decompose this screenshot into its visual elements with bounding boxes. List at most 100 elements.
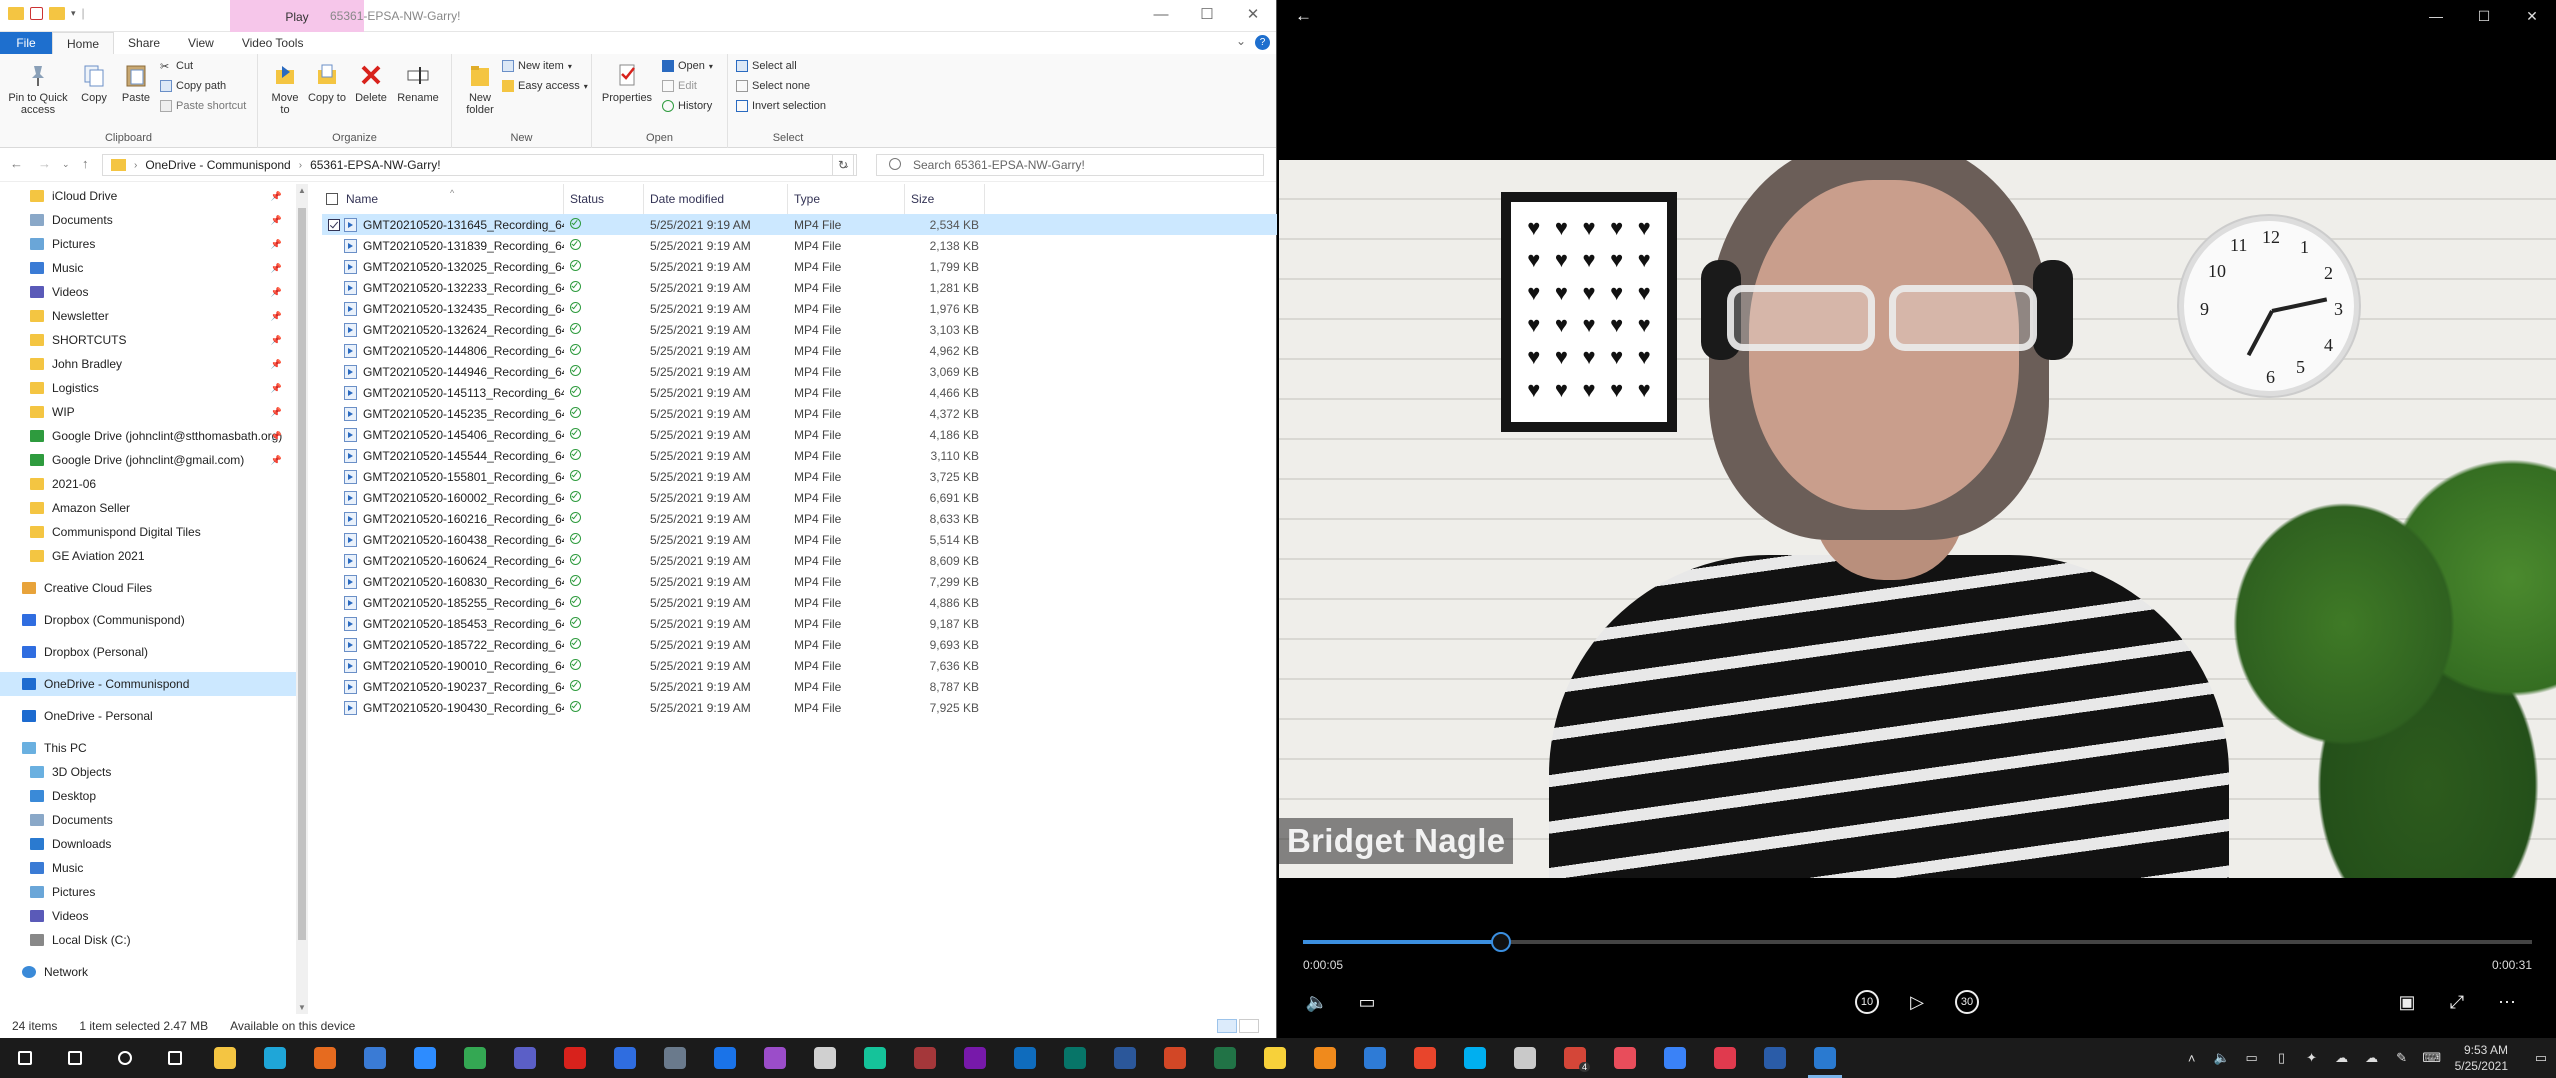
- firefox-icon[interactable]: [300, 1038, 350, 1078]
- table-row[interactable]: GMT20210520-132435_Recording_640x... 5/25…: [322, 298, 1277, 319]
- pin-icon[interactable]: 📌: [271, 311, 282, 322]
- new-folder-qat-icon[interactable]: [49, 6, 65, 20]
- pin-icon[interactable]: 📌: [271, 383, 282, 394]
- chevron-up-icon[interactable]: ˄: [2177, 1051, 2207, 1066]
- nav-item-quick-access[interactable]: Videos 📌: [0, 280, 296, 304]
- file-name-cell[interactable]: GMT20210520-160830_Recording_640x...: [322, 574, 564, 589]
- zoom-icon[interactable]: [400, 1038, 450, 1078]
- file-name-cell[interactable]: GMT20210520-190430_Recording_640x...: [322, 700, 564, 715]
- speaker-icon[interactable]: 🔈: [2207, 1050, 2237, 1066]
- large-icons-view-icon[interactable]: [1239, 1019, 1259, 1033]
- maximize-button[interactable]: ☐: [1184, 0, 1230, 32]
- table-row[interactable]: GMT20210520-145544_Recording_640x... 5/25…: [322, 445, 1277, 466]
- column-header-date-modified[interactable]: Date modified: [644, 184, 788, 214]
- file-name-cell[interactable]: GMT20210520-144806_Recording_640x...: [322, 343, 564, 358]
- row-checkbox[interactable]: [328, 218, 340, 231]
- battery-icon[interactable]: ▯: [2267, 1050, 2297, 1066]
- pen-icon[interactable]: ✎: [2387, 1050, 2417, 1066]
- maximize-button[interactable]: ☐: [2460, 0, 2508, 32]
- nav-item-quick-access[interactable]: Communispond Digital Tiles: [0, 520, 296, 544]
- properties-button[interactable]: Properties: [600, 62, 654, 104]
- volume-icon[interactable]: 🔈: [1301, 986, 1333, 1018]
- table-row[interactable]: GMT20210520-160216_Recording_640x... 5/25…: [322, 508, 1277, 529]
- tab-view[interactable]: View: [174, 32, 228, 54]
- nav-item-quick-access[interactable]: GE Aviation 2021: [0, 544, 296, 568]
- close-button[interactable]: ✕: [1230, 0, 1276, 32]
- tab-home[interactable]: Home: [52, 32, 115, 54]
- pin-icon[interactable]: 📌: [271, 407, 282, 418]
- start-icon[interactable]: [0, 1038, 50, 1078]
- outlook-icon[interactable]: [1000, 1038, 1050, 1078]
- onenote-icon[interactable]: [950, 1038, 1000, 1078]
- nav-item-this-pc[interactable]: Documents: [0, 808, 296, 832]
- breadcrumb-onedrive[interactable]: OneDrive - Communispond: [145, 158, 290, 172]
- minimize-button[interactable]: —: [1138, 0, 1184, 32]
- column-header-name[interactable]: ^ Name: [322, 184, 564, 214]
- nav-item-quick-access[interactable]: Google Drive (johnclint@stthomasbath.org…: [0, 424, 296, 448]
- itunes-icon[interactable]: [800, 1038, 850, 1078]
- onedrive-personal-tray-icon[interactable]: ☁: [2357, 1050, 2387, 1066]
- delete-button[interactable]: Delete: [352, 62, 390, 104]
- select-none-button[interactable]: Select none: [736, 80, 810, 92]
- skip-forward-button[interactable]: 30: [1955, 990, 1979, 1014]
- paste-shortcut-button[interactable]: Paste shortcut: [160, 100, 246, 112]
- scrollbar-thumb[interactable]: [298, 208, 306, 940]
- table-row[interactable]: GMT20210520-132624_Recording_640x... 5/25…: [322, 319, 1277, 340]
- file-name-cell[interactable]: GMT20210520-132233_Recording_640x...: [322, 280, 564, 295]
- cortana-icon[interactable]: [100, 1038, 150, 1078]
- minimize-button[interactable]: —: [2412, 0, 2460, 32]
- nav-this-pc[interactable]: This PC: [0, 736, 296, 760]
- column-header-status[interactable]: Status: [564, 184, 644, 214]
- copy-button[interactable]: Copy: [74, 62, 114, 104]
- copy-to-button[interactable]: Copy to: [308, 62, 346, 104]
- breadcrumb-separator-icon[interactable]: ›: [134, 160, 137, 171]
- file-explorer-icon[interactable]: [200, 1038, 250, 1078]
- messenger-icon[interactable]: [1650, 1038, 1700, 1078]
- file-name-cell[interactable]: GMT20210520-145235_Recording_640x...: [322, 406, 564, 421]
- notifications-icon[interactable]: ▭: [2526, 1050, 2556, 1066]
- search-input[interactable]: Search 65361-EPSA-NW-Garry!: [876, 154, 1264, 176]
- nav-item-quick-access[interactable]: SHORTCUTS 📌: [0, 328, 296, 352]
- pin-icon[interactable]: 📌: [271, 359, 282, 370]
- table-row[interactable]: GMT20210520-185722_Recording_640x... 5/25…: [322, 634, 1277, 655]
- scroll-down-icon[interactable]: ▼: [296, 1003, 308, 1012]
- paste-button[interactable]: Paste: [116, 62, 156, 104]
- column-header-size[interactable]: Size: [905, 184, 985, 214]
- word-icon[interactable]: [1100, 1038, 1150, 1078]
- breadcrumb-separator-icon[interactable]: ›: [299, 160, 302, 171]
- file-name-cell[interactable]: GMT20210520-132624_Recording_640x...: [322, 322, 564, 337]
- nav-item-quick-access[interactable]: 2021-06: [0, 472, 296, 496]
- up-arrow-icon[interactable]: ↑: [82, 156, 89, 171]
- history-button[interactable]: History: [662, 100, 712, 112]
- nav-item-quick-access[interactable]: Music 📌: [0, 256, 296, 280]
- properties-qat-icon[interactable]: [30, 6, 43, 20]
- nav-item-this-pc[interactable]: Pictures: [0, 880, 296, 904]
- nav-network[interactable]: Network: [0, 960, 296, 984]
- table-row[interactable]: GMT20210520-131839_Recording_640x... 5/25…: [322, 235, 1277, 256]
- nav-item-quick-access[interactable]: Documents 📌: [0, 208, 296, 232]
- back-arrow-icon[interactable]: ←: [10, 156, 23, 171]
- breadcrumb-current-folder[interactable]: 65361-EPSA-NW-Garry!: [310, 158, 440, 172]
- new-folder-button[interactable]: New folder: [460, 62, 500, 116]
- screenpresso-icon[interactable]: [1700, 1038, 1750, 1078]
- dropbox-icon[interactable]: [600, 1038, 650, 1078]
- file-name-cell[interactable]: GMT20210520-185255_Recording_640x...: [322, 595, 564, 610]
- nav-item-this-pc[interactable]: Local Disk (C:): [0, 928, 296, 952]
- rename-button[interactable]: Rename: [394, 62, 442, 104]
- pin-icon[interactable]: 📌: [271, 263, 282, 274]
- navigation-scrollbar[interactable]: ▲ ▼: [296, 184, 308, 1014]
- tab-share[interactable]: Share: [114, 32, 174, 54]
- file-name-cell[interactable]: GMT20210520-185722_Recording_640x...: [322, 637, 564, 652]
- table-row[interactable]: GMT20210520-132025_Recording_640x... 5/25…: [322, 256, 1277, 277]
- more-options-icon[interactable]: ⋯: [2491, 986, 2523, 1018]
- table-row[interactable]: GMT20210520-144946_Recording_640x... 5/25…: [322, 361, 1277, 382]
- select-all-button[interactable]: Select all: [736, 60, 797, 72]
- nav-item-this-pc[interactable]: 3D Objects: [0, 760, 296, 784]
- nav-item-root[interactable]: Dropbox (Communispond): [0, 608, 296, 632]
- movies-tv-icon[interactable]: [1800, 1038, 1850, 1078]
- edit-button[interactable]: Edit: [662, 80, 697, 92]
- mini-view-icon[interactable]: ▣: [2391, 986, 2423, 1018]
- pin-icon[interactable]: 📌: [271, 455, 282, 466]
- file-name-cell[interactable]: GMT20210520-144946_Recording_640x...: [322, 364, 564, 379]
- nav-item-root[interactable]: OneDrive - Communispond: [0, 672, 296, 696]
